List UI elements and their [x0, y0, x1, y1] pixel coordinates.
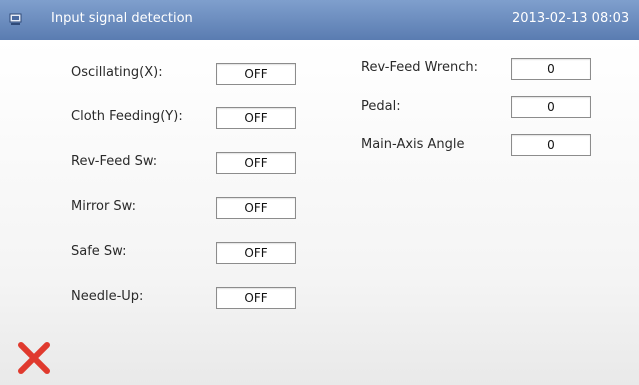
window-title: Input signal detection [51, 11, 193, 26]
status-oscillating-x: OFF [216, 63, 296, 85]
datetime-display: 2013-02-13 08:03 [512, 11, 630, 26]
status-needle-up: OFF [216, 287, 296, 309]
label-pedal: Pedal: [361, 99, 401, 114]
label-rev-feed-sw: Rev-Feed Sw: [71, 154, 158, 169]
signal-panel: Oscillating(X): OFF Cloth Feeding(Y): OF… [0, 40, 639, 385]
close-button[interactable] [14, 338, 54, 378]
label-oscillating-x: Oscillating(X): [71, 65, 163, 80]
monitor-icon [9, 13, 22, 25]
value-pedal: 0 [511, 96, 591, 118]
status-safe-sw: OFF [216, 242, 296, 264]
label-needle-up: Needle-Up: [71, 289, 144, 304]
status-mirror-sw: OFF [216, 197, 296, 219]
label-rev-feed-wrench: Rev-Feed Wrench: [361, 60, 478, 75]
label-main-axis-angle: Main-Axis Angle [361, 137, 465, 152]
label-mirror-sw: Mirror Sw: [71, 199, 136, 214]
label-safe-sw: Safe Sw: [71, 244, 127, 259]
status-rev-feed-sw: OFF [216, 152, 296, 174]
title-bar: Input signal detection 2013-02-13 08:03 [0, 0, 639, 40]
close-icon [18, 342, 50, 374]
value-main-axis-angle: 0 [511, 134, 591, 156]
value-rev-feed-wrench: 0 [511, 58, 591, 80]
status-cloth-feeding-y: OFF [216, 107, 296, 129]
label-cloth-feeding-y: Cloth Feeding(Y): [71, 109, 183, 124]
